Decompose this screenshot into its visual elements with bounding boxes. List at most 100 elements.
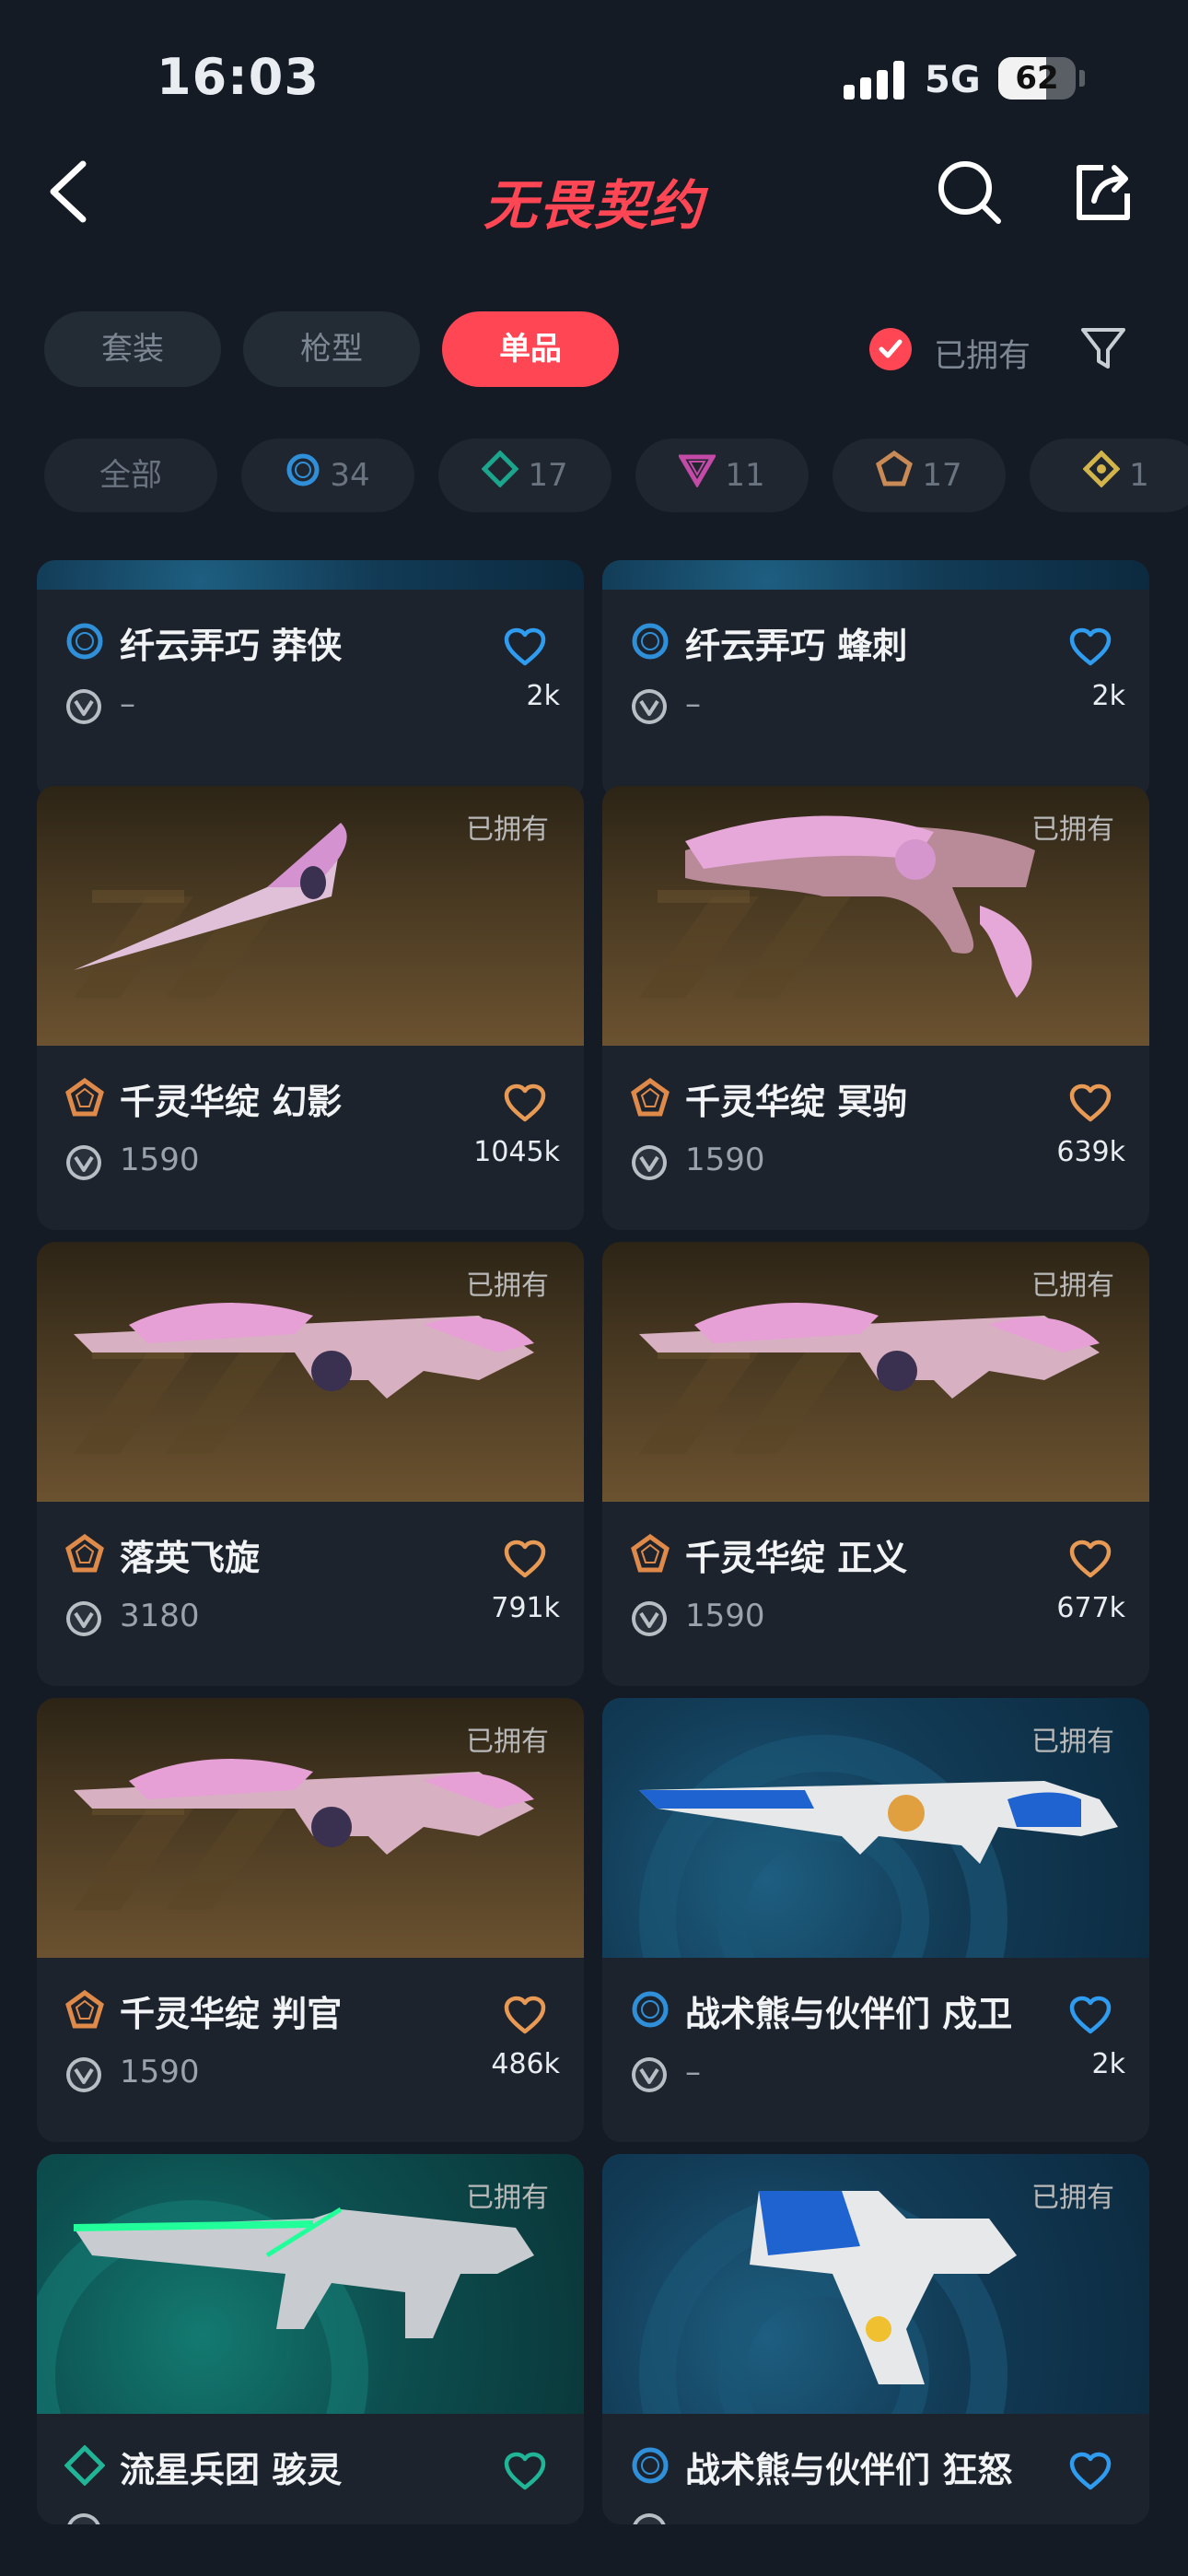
like-count: 791k — [491, 1592, 560, 1624]
app-header: 无畏契约 — [0, 147, 1188, 240]
like-count: 2k — [1091, 680, 1125, 712]
skin-card[interactable]: 已拥有千灵华绽 幻影 1590 1045k — [37, 786, 584, 1230]
exclusive-tier-icon — [630, 1533, 670, 1574]
heart-icon[interactable] — [503, 2451, 547, 2491]
tier-chip-all[interactable]: 全部 — [44, 439, 217, 512]
skin-info: 千灵华绽 正义 1590 677k — [602, 1502, 1149, 1686]
status-bar: 16:03 5G 62 — [0, 0, 1188, 157]
skin-info: 千灵华绽 幻影 1590 1045k — [37, 1046, 584, 1230]
skin-price: – — [685, 2054, 701, 2090]
skin-name: 千灵华绽 幻影 — [120, 1082, 343, 1122]
skin-image: 已拥有 — [602, 1698, 1149, 1958]
skin-info: 纤云弄巧 莽侠 – 2k — [37, 590, 584, 774]
deluxe-tier-icon — [64, 2444, 106, 2487]
skin-name: 千灵华绽 判官 — [120, 1994, 343, 2034]
like-count: 677k — [1056, 1592, 1125, 1624]
skin-card[interactable]: 纤云弄巧 蜂刺 – 2k — [602, 560, 1149, 800]
owned-filter-label: 已拥有 — [934, 338, 1031, 375]
exclusive-tier-icon — [64, 1077, 105, 1118]
owned-tag: 已拥有 — [466, 814, 549, 846]
owned-tag: 已拥有 — [1031, 2182, 1114, 2214]
filter-icon[interactable] — [1077, 322, 1129, 374]
deluxe-tier-icon — [481, 440, 519, 513]
status-time: 16:03 — [157, 48, 320, 106]
skin-image: 已拥有 — [37, 1242, 584, 1502]
network-type: 5G — [925, 59, 981, 101]
owned-tag: 已拥有 — [466, 2182, 549, 2214]
select-tier-icon — [630, 621, 670, 662]
valorant-points-icon — [64, 1143, 103, 1182]
exclusive-tier-icon — [630, 1077, 670, 1118]
skin-card[interactable]: 已拥有战术熊与伙伴们 戍卫 – 2k — [602, 1698, 1149, 2142]
checkbox-checked-icon[interactable] — [869, 328, 912, 370]
heart-icon[interactable] — [503, 626, 547, 667]
heart-icon[interactable] — [1068, 2451, 1112, 2491]
skin-price: – — [120, 685, 135, 722]
skin-name: 战术熊与伙伴们 戍卫 — [685, 1994, 1013, 2034]
skin-card[interactable]: 已拥有流星兵团 骇灵 — [37, 2154, 584, 2524]
skin-image: 已拥有 — [37, 786, 584, 1046]
skin-name: 战术熊与伙伴们 狂怒 — [685, 2450, 1013, 2490]
valorant-points-icon — [64, 2512, 103, 2524]
tier-chip-count: 17 — [922, 457, 962, 494]
tier-chip-ultra[interactable]: 1 — [1030, 439, 1188, 512]
skin-name: 纤云弄巧 莽侠 — [120, 626, 343, 666]
skin-grid: 纤云弄巧 莽侠 –2k 纤云弄巧 蜂刺 –2k 已拥有 千灵华绽 幻影 1590 1045k 已… — [0, 560, 1188, 2528]
tab-single-item[interactable]: 单品 — [442, 311, 619, 387]
like-count: 2k — [526, 680, 560, 712]
skin-info: 战术熊与伙伴们 狂怒 — [602, 2414, 1149, 2524]
skin-image — [37, 560, 584, 590]
skin-price: 1590 — [685, 1598, 765, 1634]
tier-chip-exclusive[interactable]: 17 — [833, 439, 1006, 512]
tier-chip-premium[interactable]: 11 — [635, 439, 809, 512]
like-count: 2k — [1091, 2048, 1125, 2080]
select-tier-icon — [630, 1989, 670, 2030]
like-count: 1045k — [473, 1136, 560, 1168]
tab-weapon-type[interactable]: 枪型 — [243, 311, 420, 387]
skin-price: – — [685, 685, 701, 722]
valorant-points-icon — [630, 687, 669, 726]
skin-image: 已拥有 — [602, 2154, 1149, 2414]
valorant-points-icon — [630, 1599, 669, 1638]
skin-image: 已拥有 — [602, 786, 1149, 1046]
skin-name: 流星兵团 骇灵 — [120, 2450, 343, 2490]
heart-icon[interactable] — [1068, 1539, 1112, 1579]
heart-icon[interactable] — [1068, 1995, 1112, 2035]
skin-card[interactable]: 纤云弄巧 莽侠 – 2k — [37, 560, 584, 800]
heart-icon[interactable] — [1068, 626, 1112, 667]
exclusive-tier-icon — [64, 1533, 105, 1574]
tier-chip-deluxe[interactable]: 17 — [438, 439, 611, 512]
skin-info: 纤云弄巧 蜂刺 – 2k — [602, 590, 1149, 774]
bottom-spacer — [0, 2528, 1188, 2576]
select-tier-icon — [630, 2445, 670, 2486]
tier-chip-select[interactable]: 34 — [241, 439, 414, 512]
skin-name: 千灵华绽 冥驹 — [685, 1082, 908, 1122]
skin-card[interactable]: 已拥有 落英飞旋 3180 791k — [37, 1242, 584, 1686]
heart-icon[interactable] — [503, 1995, 547, 2035]
skin-info: 千灵华绽 判官 1590 486k — [37, 1958, 584, 2142]
tab-bundle[interactable]: 套装 — [44, 311, 221, 387]
page-title: 无畏契约 — [483, 174, 705, 237]
valorant-points-icon — [64, 687, 103, 726]
skin-card[interactable]: 已拥有千灵华绽 正义 1590 677k — [602, 1242, 1149, 1686]
heart-icon[interactable] — [1068, 1083, 1112, 1123]
skin-info: 落英飞旋 3180 791k — [37, 1502, 584, 1686]
skin-name: 千灵华绽 正义 — [685, 1538, 908, 1578]
skin-card[interactable]: 已拥有 千灵华绽 冥驹 1590 639k — [602, 786, 1149, 1230]
tier-chip-count: 34 — [330, 457, 370, 494]
heart-icon[interactable] — [503, 1539, 547, 1579]
skin-card[interactable]: 已拥有战术熊与伙伴们 狂怒 — [602, 2154, 1149, 2524]
heart-icon[interactable] — [503, 1083, 547, 1123]
cellular-signal-icon — [844, 59, 908, 100]
premium-tier-icon — [677, 440, 717, 513]
exclusive-tier-icon — [876, 440, 914, 513]
share-icon[interactable] — [1066, 157, 1138, 228]
like-count: 486k — [491, 2048, 560, 2080]
skin-price: 1590 — [120, 1142, 200, 1178]
skin-card[interactable]: 已拥有 千灵华绽 判官 1590 486k — [37, 1698, 584, 2142]
select-tier-icon — [64, 621, 105, 662]
owned-tag: 已拥有 — [1031, 1270, 1114, 1302]
skin-info: 战术熊与伙伴们 戍卫 – 2k — [602, 1958, 1149, 2142]
search-icon[interactable] — [934, 157, 1006, 228]
skin-image: 已拥有 — [37, 2154, 584, 2414]
